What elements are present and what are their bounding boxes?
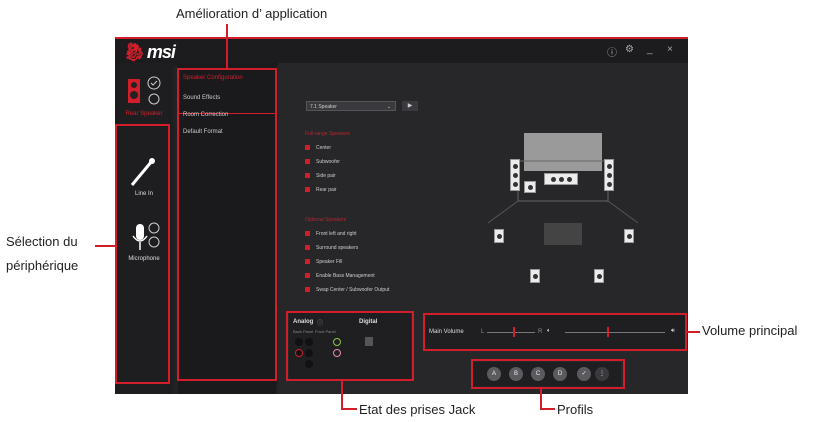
checkbox-icon xyxy=(305,287,310,293)
device-rear-speaker[interactable]: Rear Speaker xyxy=(115,73,173,117)
option-label: Enable Bass Management xyxy=(316,273,375,279)
checkbox-icon xyxy=(305,231,310,237)
callout-jack-status: Etat des prises Jack xyxy=(359,402,476,417)
option-bass-management[interactable]: Enable Bass Management xyxy=(305,273,375,279)
option-front-left-right[interactable]: Front left and right xyxy=(305,231,357,237)
jack-status-frame xyxy=(286,311,414,381)
info-icon[interactable]: ⓘ xyxy=(607,44,617,59)
option-side-pair[interactable]: Side pair xyxy=(305,173,336,179)
option-label: Rear pair xyxy=(316,187,337,193)
room-illustration xyxy=(468,123,668,323)
play-test-button[interactable]: ▶ xyxy=(402,101,418,111)
checkbox-icon xyxy=(305,259,310,265)
option-label: Swap Center / Subwoofer Output xyxy=(316,287,390,293)
device-label: Rear Speaker xyxy=(125,111,163,117)
callout-app-enhancement: Amélioration d’ application xyxy=(176,6,328,21)
speaker-side-left[interactable] xyxy=(494,229,504,243)
checkbox-icon xyxy=(305,245,310,251)
msi-dragon-icon: 🐉︎ xyxy=(123,42,146,62)
speaker-front-left[interactable] xyxy=(510,159,520,191)
leader-device-selection xyxy=(95,245,115,247)
room-outline-icon xyxy=(487,133,639,245)
option-center[interactable]: Center xyxy=(305,145,331,151)
optional-header: Optional Speakers xyxy=(305,217,347,223)
checkbox-icon xyxy=(305,273,310,279)
settings-icon[interactable]: ⚙ xyxy=(625,44,634,55)
checkbox-icon xyxy=(305,159,310,165)
leader-jack-status-v xyxy=(341,381,343,410)
option-label: Center xyxy=(316,145,332,151)
profiles-frame xyxy=(471,359,625,389)
option-rear-pair[interactable]: Rear pair xyxy=(305,187,337,193)
dropdown-value: 7.1 Speaker xyxy=(310,104,337,110)
leader-profiles-v xyxy=(540,389,542,410)
leader-jack-status-h xyxy=(341,408,357,410)
speaker-center[interactable] xyxy=(544,173,578,185)
msi-logo: 🐉︎ msi xyxy=(123,42,176,63)
app-enhancement-frame xyxy=(177,68,277,381)
checkbox-icon xyxy=(305,187,310,193)
speaker-icon xyxy=(128,76,161,105)
option-label: Side pair xyxy=(316,173,336,179)
callout-device-selection-2: périphérique xyxy=(6,258,79,273)
speaker-config-dropdown[interactable]: 7.1 Speaker ⌄ xyxy=(306,101,396,111)
option-subwoofer[interactable]: Subwoofer xyxy=(305,159,340,165)
speaker-rear-right[interactable] xyxy=(594,269,604,283)
title-bar: 🐉︎ msi ⓘ ⚙ _ × xyxy=(115,37,688,65)
minimize-button[interactable]: _ xyxy=(647,44,653,55)
speaker-subwoofer[interactable] xyxy=(524,181,536,193)
option-surround[interactable]: Surround speakers xyxy=(305,245,358,251)
main-volume-frame xyxy=(423,313,687,351)
callout-profiles: Profils xyxy=(557,402,594,417)
speaker-side-right[interactable] xyxy=(624,229,634,243)
device-selection-frame xyxy=(115,124,170,384)
close-button[interactable]: × xyxy=(667,44,673,55)
option-swap-center-sub[interactable]: Swap Center / Subwoofer Output xyxy=(305,287,389,293)
checkbox-icon xyxy=(305,173,310,179)
checkbox-icon xyxy=(305,145,310,151)
leader-main-volume xyxy=(687,331,700,333)
option-speaker-fill[interactable]: Speaker Fill xyxy=(305,259,342,265)
fullrange-header: Full-range Speakers xyxy=(305,131,351,137)
option-label: Surround speakers xyxy=(316,245,359,251)
option-label: Speaker Fill xyxy=(316,259,343,265)
callout-main-volume: Volume principal xyxy=(702,323,798,338)
logo-text: msi xyxy=(146,42,176,62)
callout-device-selection-1: Sélection du xyxy=(6,234,78,249)
speaker-rear-left[interactable] xyxy=(530,269,540,283)
leader-profiles-h xyxy=(540,408,555,410)
option-label: Front left and right xyxy=(316,231,357,237)
leader-app-enhancement xyxy=(226,24,228,68)
chevron-down-icon: ⌄ xyxy=(386,104,391,110)
option-label: Subwoofer xyxy=(316,159,340,165)
speaker-front-right[interactable] xyxy=(604,159,614,191)
